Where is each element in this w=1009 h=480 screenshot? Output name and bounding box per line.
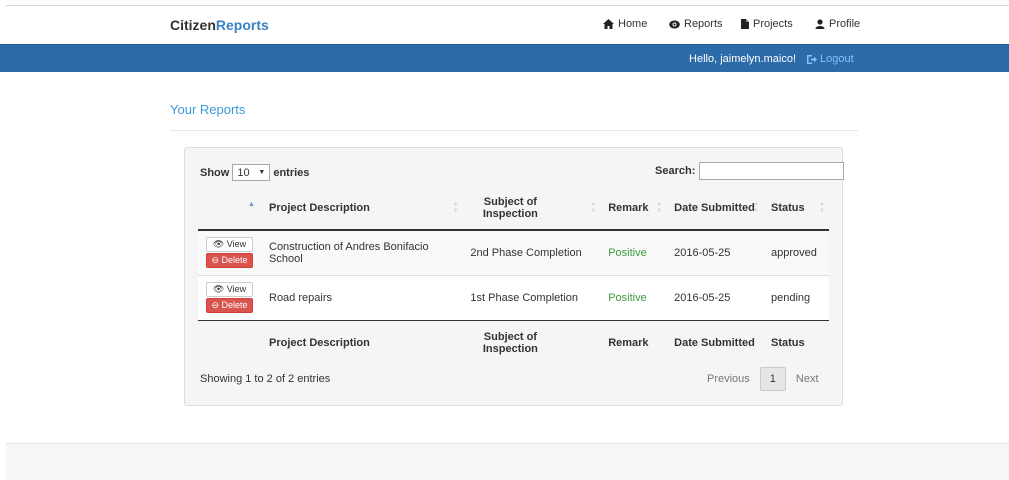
previous-button[interactable]: Previous (697, 367, 760, 391)
top-navbar: CitizenReports Home Reports Projects Pro… (0, 6, 1009, 44)
logout-link[interactable]: Logout (807, 53, 854, 65)
file-icon (741, 19, 749, 29)
table-header-row: ▲ Project Description ▲ ▼ Subject of Inspe… (198, 187, 829, 231)
page-1-button[interactable]: 1 (759, 367, 786, 391)
delete-button[interactable]: ⊖ Delete (206, 298, 253, 313)
brand-part1: Citizen (170, 17, 216, 33)
header-label: Date Submitted (674, 202, 755, 214)
table-info: Showing 1 to 2 of 2 entries (200, 373, 331, 385)
header-label: Status (771, 202, 805, 214)
header-actions[interactable]: ▲ (198, 187, 261, 231)
footer-label: Subject of Inspection (482, 330, 538, 355)
footer-date-submitted: Date Submitted (666, 319, 763, 365)
sort-icon: ▲ ▼ (452, 201, 459, 214)
cell-subject: 2nd Phase Completion (462, 230, 601, 275)
chevron-down-icon: ▼ (258, 169, 266, 176)
delete-label: Delete (221, 300, 248, 310)
brand-logo[interactable]: CitizenReports (170, 17, 269, 33)
cell-description: Road repairs (261, 274, 463, 320)
user-icon (815, 19, 825, 29)
row-actions: 👁 View ⊖ Delete (198, 230, 261, 275)
view-label: View (226, 239, 247, 250)
header-subject[interactable]: Subject of Inspection ▲ ▼ (462, 187, 601, 231)
title-divider (170, 130, 858, 131)
footer-remark: Remark (600, 319, 667, 365)
nav-home-label: Home (618, 18, 648, 30)
footer-project-description: Project Description (261, 319, 463, 365)
cell-subject: 1st Phase Completion (462, 274, 601, 320)
sort-icon: ▲ ▼ (753, 201, 759, 214)
delete-label: Delete (221, 255, 248, 266)
brand-part2: Reports (215, 17, 269, 33)
footer-subject: Subject of Inspection (462, 319, 601, 365)
sort-icon: ▲ ▼ (819, 201, 825, 214)
sort-asc-icon: ▲ (248, 201, 255, 208)
page-size-control: Show 10 ▼ entries (200, 164, 309, 181)
show-label: Show (200, 166, 230, 179)
page-size-select[interactable]: 10 ▼ (232, 164, 271, 181)
pagination: Previous 1 Next (697, 367, 829, 391)
table-footer-row: Project Description Subject of Inspectio… (198, 319, 829, 365)
view-button[interactable]: 👁 View (206, 282, 253, 297)
greeting-text: Hello, jaimelyn.maico! (689, 53, 796, 65)
header-label: Project Description (269, 202, 370, 214)
nav-profile-label: Profile (829, 18, 861, 30)
nav-reports-label: Reports (684, 18, 723, 30)
header-label: Subject of Inspection (482, 196, 538, 220)
nav-reports[interactable]: Reports (669, 18, 723, 30)
next-button[interactable]: Next (786, 367, 829, 391)
view-label: View (226, 284, 247, 294)
nav-projects[interactable]: Projects (741, 18, 793, 30)
sort-icon: ▲ ▼ (590, 201, 597, 214)
delete-button[interactable]: ⊖ Delete (206, 253, 253, 269)
cell-status: approved (763, 230, 829, 275)
cell-remark: Positive (600, 230, 667, 275)
header-date-submitted[interactable]: Date Submitted ▲ ▼ (666, 187, 763, 231)
search-control: Search: (655, 162, 845, 180)
header-status[interactable]: Status ▲ ▼ (763, 187, 829, 231)
footer-status: Status (763, 319, 829, 365)
sort-icon: ▲ ▼ (656, 201, 663, 214)
logout-icon (807, 54, 817, 64)
reports-panel: Show 10 ▼ entries Search: ▲ Project Descr… (184, 147, 845, 406)
nav-home[interactable]: Home (603, 18, 647, 30)
eye-icon (669, 20, 680, 28)
logout-label: Logout (820, 53, 854, 65)
header-project-description[interactable]: Project Description ▲ ▼ (261, 187, 463, 231)
view-button[interactable]: 👁 View (206, 237, 253, 253)
user-bar: Hello, jaimelyn.maico! Logout (0, 44, 1009, 72)
nav-profile[interactable]: Profile (815, 18, 860, 30)
header-label: Remark (608, 202, 649, 214)
footer-actions (198, 319, 261, 365)
entries-label: entries (273, 166, 310, 179)
reports-table: ▲ Project Description ▲ ▼ Subject of Inspe… (198, 187, 829, 365)
cell-status: pending (763, 274, 829, 320)
cell-remark: Positive (600, 274, 667, 320)
cell-description: Construction of Andres Bonifacio School (261, 230, 463, 275)
table-row: 👁 View ⊖ Delete Road repairs 1st Phase C… (198, 274, 829, 320)
search-label: Search: (655, 165, 696, 177)
cell-date: 2016-05-25 (666, 274, 763, 320)
page-footer (6, 443, 1009, 480)
table-row: 👁 View ⊖ Delete Construction of Andres B… (198, 230, 829, 275)
cell-date: 2016-05-25 (666, 230, 763, 275)
page-title: Your Reports (170, 102, 246, 117)
home-icon (603, 19, 614, 29)
search-input[interactable] (699, 162, 845, 180)
page-size-value: 10 (237, 166, 250, 179)
nav-projects-label: Projects (753, 18, 793, 30)
header-remark[interactable]: Remark ▲ ▼ (600, 187, 667, 231)
row-actions: 👁 View ⊖ Delete (198, 274, 261, 320)
